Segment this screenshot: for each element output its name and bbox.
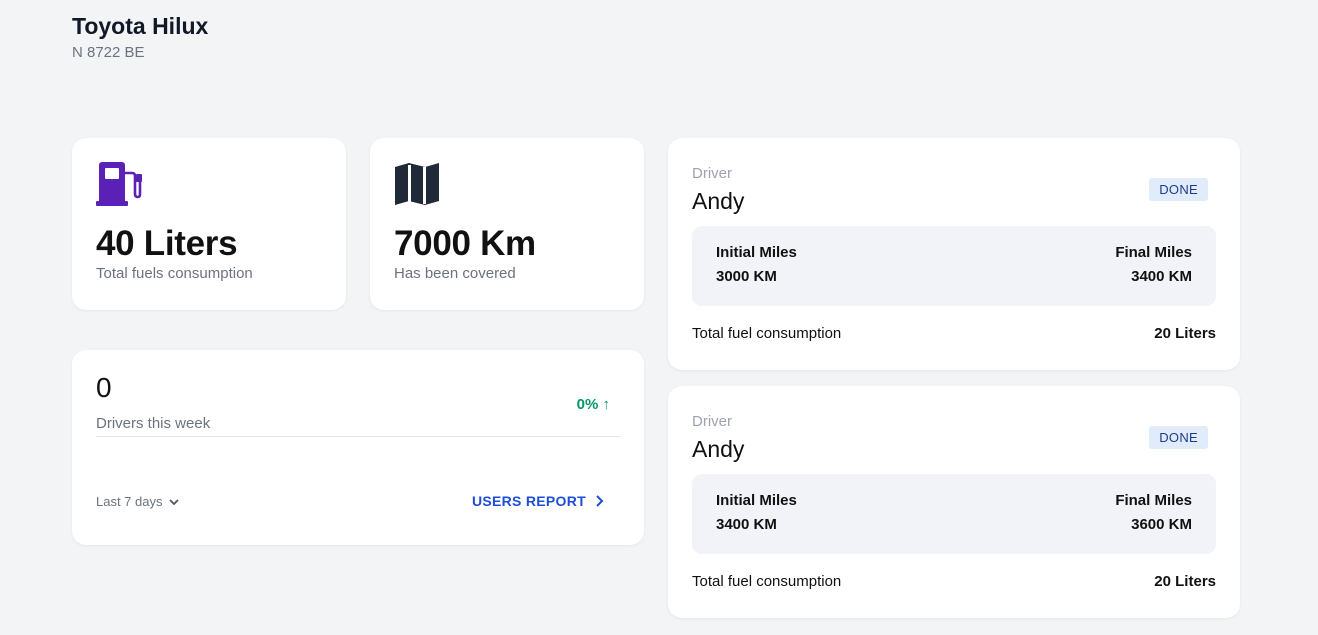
initial-miles: Initial Miles 3400 KM — [716, 492, 797, 533]
status-badge: DONE — [1149, 178, 1208, 201]
users-report-link[interactable]: USERS REPORT — [472, 493, 604, 509]
miles-summary: Initial Miles 3000 KM Final Miles 3400 K… — [692, 226, 1216, 306]
trip-fuel-label: Total fuel consumption — [692, 573, 842, 590]
distance-total-value: 7000 Km — [394, 224, 536, 263]
drivers-count-label: Drivers this week — [96, 415, 211, 432]
trip-card: Driver Andy DONE Initial Miles 3000 KM F… — [668, 138, 1240, 370]
vehicle-detail-page: Toyota Hilux N 8722 BE 40 Liters Total f… — [0, 0, 1318, 635]
status-badge: DONE — [1149, 426, 1208, 449]
final-miles-value: 3600 KM — [1131, 516, 1192, 533]
drivers-week-card: 0 Drivers this week 0% ↑ Last 7 days USE… — [72, 350, 644, 545]
distance-stat-card: 7000 Km Has been covered — [370, 138, 644, 310]
vehicle-header: Toyota Hilux N 8722 BE — [72, 13, 208, 61]
initial-miles-value: 3400 KM — [716, 516, 777, 533]
driver-name: Andy — [692, 436, 745, 462]
final-miles: Final Miles 3400 KM — [1115, 244, 1192, 285]
period-dropdown-label: Last 7 days — [96, 494, 163, 509]
chevron-down-icon — [168, 498, 179, 505]
miles-summary: Initial Miles 3400 KM Final Miles 3600 K… — [692, 474, 1216, 554]
trip-fuel-value: 20 Liters — [1154, 573, 1216, 590]
vehicle-plate: N 8722 BE — [72, 44, 145, 61]
initial-miles-label: Initial Miles — [716, 492, 797, 509]
chevron-right-icon — [596, 495, 604, 507]
initial-miles-label: Initial Miles — [716, 244, 797, 261]
fuel-pump-icon — [96, 162, 142, 206]
initial-miles-value: 3000 KM — [716, 268, 777, 285]
trip-card: Driver Andy DONE Initial Miles 3400 KM F… — [668, 386, 1240, 618]
trip-fuel-value: 20 Liters — [1154, 325, 1216, 342]
fuel-total-label: Total fuels consumption — [96, 265, 253, 282]
users-report-label: USERS REPORT — [471, 493, 586, 509]
vehicle-name: Toyota Hilux — [72, 13, 209, 39]
drivers-count: 0 — [96, 372, 112, 403]
final-miles-label: Final Miles — [1115, 244, 1192, 261]
trip-fuel-label: Total fuel consumption — [692, 325, 842, 342]
drivers-change-badge: 0% ↑ — [576, 396, 610, 413]
fuel-stat-card: 40 Liters Total fuels consumption — [72, 138, 346, 310]
distance-total-label: Has been covered — [394, 265, 516, 282]
final-miles-label: Final Miles — [1115, 492, 1192, 509]
divider — [96, 436, 620, 437]
initial-miles: Initial Miles 3000 KM — [716, 244, 797, 285]
fuel-total-value: 40 Liters — [96, 224, 238, 263]
period-dropdown[interactable]: Last 7 days — [96, 494, 181, 509]
driver-role-label: Driver — [692, 165, 732, 182]
driver-role-label: Driver — [692, 413, 732, 430]
map-icon — [395, 163, 439, 205]
final-miles: Final Miles 3600 KM — [1115, 492, 1192, 533]
final-miles-value: 3400 KM — [1131, 268, 1192, 285]
driver-name: Andy — [692, 188, 745, 214]
